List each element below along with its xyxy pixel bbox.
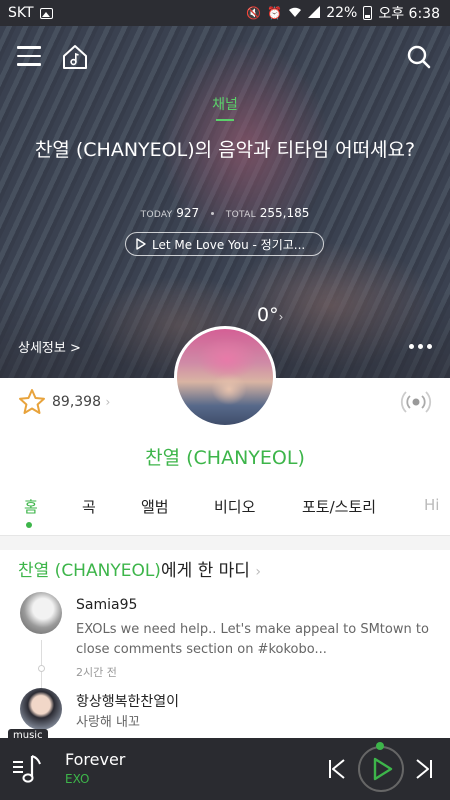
track-artist: EXO bbox=[65, 772, 90, 786]
tab-albums[interactable]: 앨범 bbox=[141, 496, 169, 517]
gallery-notification-icon bbox=[39, 7, 53, 19]
home-icon[interactable] bbox=[61, 44, 89, 70]
play-icon[interactable] bbox=[371, 757, 393, 781]
active-tab-indicator bbox=[26, 522, 32, 528]
tab-videos[interactable]: 비디오 bbox=[214, 496, 255, 517]
favorite-count: 89,398 bbox=[52, 394, 101, 410]
temperature-widget[interactable]: 0°› bbox=[257, 304, 283, 326]
wifi-icon bbox=[288, 6, 302, 21]
play-outline-icon bbox=[136, 238, 146, 250]
channel-underline bbox=[216, 119, 234, 121]
commenter-name: Samia95 bbox=[76, 597, 138, 613]
commenter-name: 항상행복한찬열이 bbox=[76, 694, 180, 710]
tab-photo-story[interactable]: 포토/스토리 bbox=[302, 496, 376, 517]
visitor-stats: TODAY 927 TOTAL 255,185 bbox=[0, 206, 450, 220]
more-options-icon[interactable] bbox=[409, 344, 432, 349]
mini-player[interactable]: music Forever EXO bbox=[0, 729, 450, 800]
tab-home[interactable]: 홈 bbox=[24, 496, 38, 517]
featured-song-button[interactable]: Let Me Love You - 정기고... bbox=[125, 232, 324, 256]
comment-text: EXOLs we need help.. Let's make appeal t… bbox=[76, 622, 429, 657]
mute-icon: 🔇 bbox=[246, 6, 262, 20]
search-icon[interactable] bbox=[406, 44, 432, 70]
channel-title: 찬열 (CHANYEOL)의 음악과 티타임 어떠세요? bbox=[34, 139, 416, 161]
status-bar: SKT 🔇 ⏰ 22% 오후 6:38 bbox=[0, 0, 450, 26]
battery-percent: 22% bbox=[326, 5, 358, 21]
commenter-avatar[interactable] bbox=[20, 688, 62, 730]
play-progress-dot bbox=[376, 742, 384, 750]
chevron-right-icon: › bbox=[278, 310, 284, 324]
section-artist-name: 찬열 (CHANYEOL) bbox=[18, 561, 161, 581]
chevron-right-icon: › bbox=[255, 564, 261, 580]
playlist-icon[interactable] bbox=[12, 752, 46, 786]
battery-icon bbox=[363, 6, 373, 20]
star-icon[interactable] bbox=[18, 388, 46, 416]
thread-dot bbox=[38, 665, 45, 672]
signal-icon bbox=[308, 5, 321, 21]
menu-icon[interactable] bbox=[17, 46, 41, 66]
previous-icon[interactable] bbox=[327, 758, 347, 780]
music-badge: music bbox=[8, 729, 48, 742]
featured-song-label: Let Me Love You - 정기고... bbox=[152, 237, 306, 252]
comment-text: 사랑해 내꼬 bbox=[76, 715, 140, 730]
track-title: Forever bbox=[65, 750, 126, 769]
section-divider bbox=[0, 536, 450, 550]
tab-more[interactable]: Hi bbox=[424, 496, 439, 514]
artist-name: 찬열 (CHANYEOL) bbox=[145, 447, 305, 469]
clock: 오후 6:38 bbox=[378, 6, 440, 22]
section-title-text: 에게 한 마디 bbox=[160, 561, 250, 581]
commenter-avatar[interactable] bbox=[20, 592, 62, 634]
stats-separator bbox=[211, 212, 215, 215]
favorite-count-link[interactable]: 89,398 › bbox=[52, 394, 110, 410]
carrier-label: SKT bbox=[8, 5, 34, 21]
today-count: 927 bbox=[176, 206, 200, 220]
temperature-value: 0° bbox=[257, 304, 279, 326]
next-icon[interactable] bbox=[414, 758, 434, 780]
details-link[interactable]: 상세정보 > bbox=[18, 337, 81, 356]
today-label: TODAY bbox=[140, 210, 173, 220]
top-toolbar bbox=[0, 44, 450, 74]
total-count: 255,185 bbox=[259, 206, 310, 220]
channel-label: 채널 bbox=[212, 97, 238, 113]
alarm-icon: ⏰ bbox=[267, 6, 283, 20]
artist-avatar[interactable] bbox=[174, 326, 276, 428]
radio-broadcast-icon[interactable] bbox=[400, 388, 432, 416]
total-label: TOTAL bbox=[225, 210, 256, 220]
chevron-right-icon: › bbox=[105, 395, 111, 409]
tab-songs[interactable]: 곡 bbox=[82, 496, 96, 517]
comment-time: 2시간 전 bbox=[76, 666, 117, 679]
comments-section-title[interactable]: 찬열 (CHANYEOL)에게 한 마디 › bbox=[18, 556, 261, 581]
channel-tabs: 홈 곡 앨범 비디오 포토/스토리 Hi bbox=[0, 496, 450, 536]
